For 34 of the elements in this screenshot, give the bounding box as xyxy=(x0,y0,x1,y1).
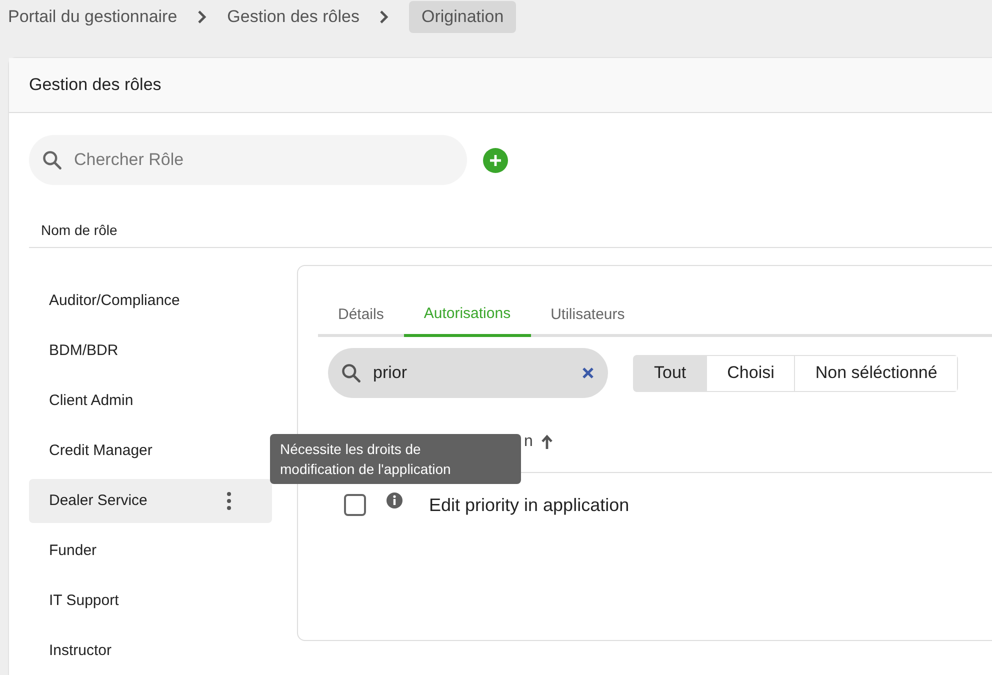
filter-option[interactable]: Non séléctionné xyxy=(794,356,958,390)
plus-icon xyxy=(489,154,502,166)
search-icon xyxy=(41,149,63,171)
card-title: Gestion des rôles xyxy=(29,74,162,96)
add-button[interactable] xyxy=(483,148,508,172)
filter-option[interactable]: Tout xyxy=(634,356,706,390)
role-item[interactable]: Instructor xyxy=(29,629,272,673)
role-item[interactable]: IT Support xyxy=(29,579,272,623)
column-header: n xyxy=(524,432,533,452)
more-icon[interactable] xyxy=(227,492,231,510)
permission-label: Edit priority in application xyxy=(429,494,630,517)
breadcrumb-link[interactable]: Gestion des rôles xyxy=(227,1,360,33)
role-item[interactable]: Funder xyxy=(29,529,272,573)
search-field[interactable]: Chercher Rôle xyxy=(29,135,467,185)
tooltip: Nécessite les droits de modification de l'application xyxy=(270,434,521,484)
checkbox[interactable] xyxy=(344,494,366,516)
info-icon[interactable] xyxy=(386,492,403,508)
role-item[interactable]: Credit Manager xyxy=(29,429,272,473)
breadcrumb-link[interactable]: Origination xyxy=(409,1,516,33)
chevron-icon xyxy=(197,10,208,24)
column-header: Nom de rôle xyxy=(41,222,118,238)
tab[interactable]: Détails xyxy=(318,294,404,337)
close-icon xyxy=(582,367,594,379)
sort-arrow-icon xyxy=(540,434,553,450)
role-item[interactable]: Auditor/Compliance xyxy=(29,279,272,323)
role-item[interactable]: Dealer Service xyxy=(29,479,272,523)
search-icon xyxy=(340,362,362,384)
breadcrumb-link[interactable]: Portail du gestionnaire xyxy=(8,1,178,33)
search-field[interactable]: prior xyxy=(328,348,608,398)
clear-button[interactable] xyxy=(582,367,594,379)
tab[interactable]: Utilisateurs xyxy=(530,294,645,337)
role-item[interactable]: BDM/BDR xyxy=(29,329,272,373)
chevron-icon xyxy=(379,10,390,24)
role-item[interactable]: Client Admin xyxy=(29,379,272,423)
